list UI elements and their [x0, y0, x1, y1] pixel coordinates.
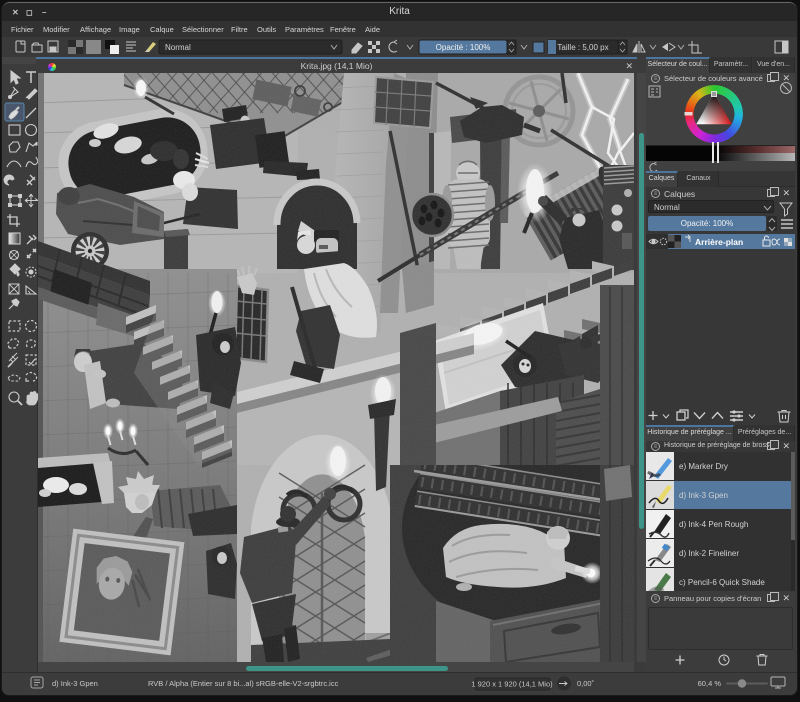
svg-text:Arrière-plan: Arrière-plan	[695, 237, 743, 247]
svg-text:Opacité : 100%: Opacité : 100%	[436, 43, 491, 52]
svg-text:60,4 %: 60,4 %	[698, 679, 722, 688]
svg-text:d) Ink-3 Gpen: d) Ink-3 Gpen	[52, 679, 98, 688]
svg-text:Taille : 5,00 px: Taille : 5,00 px	[557, 43, 608, 52]
svg-text:Normal: Normal	[165, 43, 191, 52]
svg-text:RVB / Alpha (Entier sur 8 bi..: RVB / Alpha (Entier sur 8 bi...al) sRGB-…	[148, 679, 339, 688]
svg-text:1 920 x 1 920 (14,1 Mio): 1 920 x 1 920 (14,1 Mio)	[471, 680, 553, 689]
svg-text:0,00˚: 0,00˚	[577, 679, 594, 688]
